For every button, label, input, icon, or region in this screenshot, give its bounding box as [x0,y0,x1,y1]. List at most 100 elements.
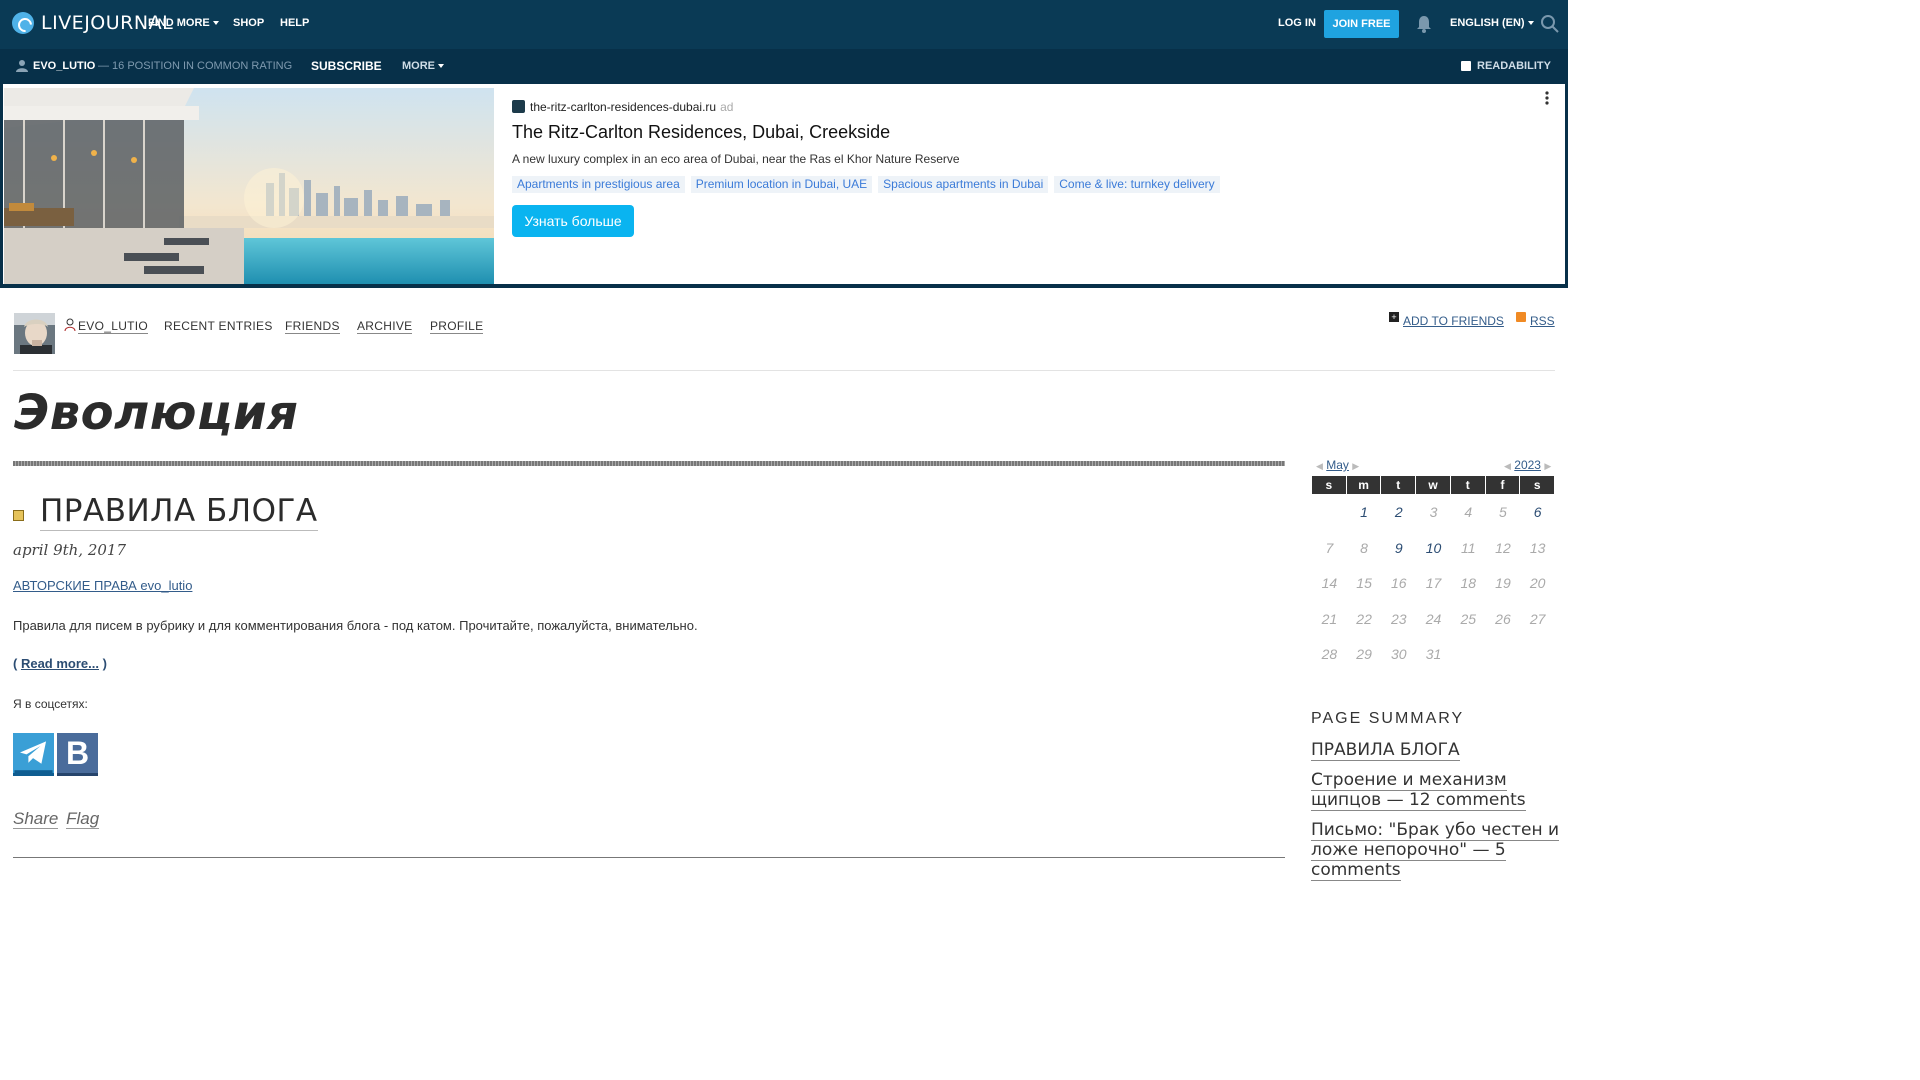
calendar-week: 28 29 30 31 [1312,636,1555,672]
ad-title[interactable]: The Ritz-Carlton Residences, Dubai, Cree… [512,122,890,143]
next-month-icon[interactable]: ▶ [1352,461,1359,471]
summary-link[interactable]: Строение и механизм щипцов — 12 comments [1311,770,1526,811]
ad-favicon-icon [512,100,525,113]
ad-tag[interactable]: Premium location in Dubai, UAE [690,176,873,193]
nav-recent-entries[interactable]: RECENT ENTRIES [164,319,273,333]
nav-archive[interactable]: ARCHIVE [357,319,413,334]
calendar-week: 123 4 56 [1312,494,1555,530]
more-menu[interactable]: MORE [402,60,444,72]
livejournal-logo-icon [12,12,34,34]
calendar-day: 21 [1321,610,1338,627]
help-link[interactable]: HELP [280,17,309,29]
ad-domain-text: the-ritz-carlton-residences-dubai.ru [530,100,717,114]
calendar-day[interactable]: 10 [1416,530,1451,566]
ad-tag[interactable]: Spacious apartments in Dubai [878,176,1049,193]
nav-friends[interactable]: FRIENDS [285,319,340,334]
add-to-friends-label: ADD TO FRIENDS [1403,314,1504,328]
calendar-day: 13 [1529,539,1546,556]
ad-options-icon[interactable] [1544,90,1550,106]
read-more-link[interactable]: Read more... [21,656,99,671]
nav-profile[interactable]: PROFILE [430,319,484,334]
weekday-header: s [1520,476,1555,494]
page-summary-title: PAGE SUMMARY [1311,710,1465,727]
calendar-day: 8 [1360,539,1368,556]
calendar-day [1486,636,1521,672]
caret-down-icon [1527,21,1534,26]
calendar-day: 5 [1499,504,1507,520]
entry-body: Правила для писем в рубрику и для коммен… [13,618,698,633]
login-link[interactable]: LOG IN [1278,17,1316,29]
ad-tag[interactable]: Apartments in prestigious area [512,176,685,193]
calendar-day[interactable]: 9 [1381,530,1416,566]
calendar-day: 11 [1460,539,1476,556]
calendar-week: 14 15 16 17 18 19 20 [1312,565,1555,601]
summary-link[interactable]: Письмо: "Брак убо честен и ложе непорочн… [1311,820,1560,881]
user-icon [16,60,28,72]
vk-icon[interactable]: В [57,733,98,776]
calendar-month[interactable]: May [1326,458,1349,472]
calendar-day: 30 [1391,646,1407,662]
rss-label: RSS [1530,314,1555,328]
shop-link[interactable]: SHOP [233,17,264,29]
subscribe-button[interactable]: SUBSCRIBE [311,59,382,73]
calendar-grid: 1 2 3 4 5 6 7 8 9 10 11 12 13 14 15 16 17 18 19 20 21 22 23 24 2… [1312,494,1555,672]
calendar-day: 12 [1495,539,1511,556]
next-year-icon[interactable]: ▶ [1544,461,1551,471]
caret-down-icon [438,64,444,69]
ad-description: A new luxury complex in an eco area of D… [512,152,960,166]
find-more-menu[interactable]: FIND MORE [148,17,219,29]
ad-domain[interactable]: the-ritz-carlton-residences-dubai.ru ad [530,100,733,114]
calendar-day: 18 [1460,575,1477,591]
ad-image[interactable] [4,88,494,284]
calendar-day[interactable]: 2 [1381,494,1416,530]
summary-item: ПРАВИЛА БЛОГА [1311,740,1561,761]
ad-cta-button[interactable]: Узнать больше [512,205,634,237]
calendar-day[interactable]: 1 [1347,494,1382,530]
calendar-weekdays: smtwtfs [1312,476,1555,494]
search-icon[interactable] [1540,14,1560,34]
calendar-day: 4 [1464,504,1473,520]
ad-tag[interactable]: Come & live: turnkey delivery [1054,176,1220,193]
calendar-day: 3 [1429,504,1438,520]
notifications-bell-icon[interactable] [1416,15,1432,33]
share-link[interactable]: Share [13,809,59,829]
telegram-icon[interactable] [13,733,54,776]
weekday-header: f [1485,476,1520,494]
calendar-day: 28 [1321,646,1338,662]
readability-checkbox[interactable] [1461,61,1471,71]
add-to-friends-link[interactable]: + ADD TO FRIENDS [1389,312,1504,328]
summary-link[interactable]: ПРАВИЛА БЛОГА [1311,740,1460,761]
calendar-day [1312,494,1347,530]
prev-year-icon[interactable]: ◀ [1504,461,1511,471]
calendar-day: 15 [1356,575,1372,591]
rss-link[interactable]: RSS [1516,312,1555,328]
join-free-button[interactable]: JOIN FREE [1324,10,1399,38]
weekday-header: t [1381,476,1416,494]
calendar-day: 29 [1356,646,1372,662]
calendar-year[interactable]: 2023 [1514,458,1541,472]
language-selector[interactable]: ENGLISH (EN) [1450,17,1534,29]
entry-tag-link[interactable]: АВТОРСКИЕ ПРАВА evo_lutio [13,578,192,593]
calendar-day: 27 [1529,610,1546,627]
entry-title[interactable]: ПРАВИЛА БЛОГА [40,492,318,531]
journal-username-link[interactable]: EVO_LUTIO [78,319,149,334]
read-more: ( Read more... ) [13,656,107,671]
calendar-year-nav: ◀ 2023 ▶ [1504,458,1551,472]
caret-down-icon [212,21,219,26]
calendar-day[interactable]: 6 [1520,494,1555,530]
weekday-header: t [1450,476,1485,494]
prev-month-icon[interactable]: ◀ [1316,461,1323,471]
rss-icon [1516,312,1526,322]
weekday-header: w [1416,476,1450,494]
calendar-day: 7 [1325,539,1334,556]
entry-date: april 9th, 2017 [13,541,127,559]
avatar[interactable] [14,313,55,354]
calendar-day: 31 [1425,646,1442,662]
flag-link[interactable]: Flag [66,809,100,829]
entry-public-icon [13,510,24,521]
calendar-day: 14 [1321,575,1338,591]
divider [13,461,1285,466]
ad-label: ad [720,100,734,114]
ad-tags: Apartments in prestigious area Premium l… [512,176,1220,193]
subbar-username[interactable]: EVO_LUTIO [33,60,95,72]
